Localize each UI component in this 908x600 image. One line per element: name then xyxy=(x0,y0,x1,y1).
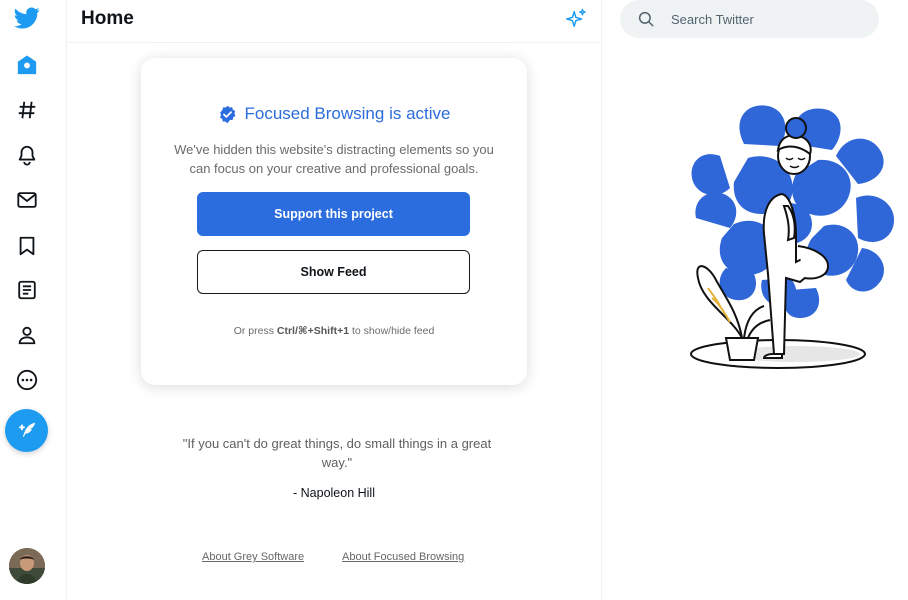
bell-icon[interactable] xyxy=(9,137,45,173)
verified-badge-icon xyxy=(219,105,235,123)
quote-author: - Napoleon Hill xyxy=(293,486,375,500)
hint-prefix: Or press xyxy=(233,325,277,337)
shortcut-hint: Or press Ctrl/⌘+Shift+1 to show/hide fee… xyxy=(141,325,527,337)
quote-text: "If you can't do great things, do small … xyxy=(182,436,492,470)
hint-keys: Ctrl/⌘+Shift+1 xyxy=(276,325,350,337)
support-project-button[interactable]: Support this project xyxy=(197,192,470,236)
main-column: Home Focused Browsing is active We've hi… xyxy=(67,0,602,600)
sidebar xyxy=(0,0,67,600)
focused-browsing-card: Focused Browsing is active We've hidden … xyxy=(141,58,527,385)
more-icon[interactable] xyxy=(9,362,45,398)
avatar[interactable] xyxy=(9,548,45,584)
about-grey-software-link[interactable]: About Grey Software xyxy=(202,551,304,563)
show-feed-button[interactable]: Show Feed xyxy=(197,250,470,294)
sparkle-icon[interactable] xyxy=(565,8,587,30)
card-title-text: Focused Browsing is active xyxy=(244,104,451,123)
meditating-woman-illustration xyxy=(690,105,894,369)
hint-suffix: to show/hide feed xyxy=(349,325,435,337)
twitter-logo-icon[interactable] xyxy=(9,0,45,36)
search-icon xyxy=(638,11,654,27)
compose-tweet-button[interactable] xyxy=(5,409,48,452)
mail-icon[interactable] xyxy=(9,182,45,218)
bookmark-icon[interactable] xyxy=(9,228,45,264)
card-title: Focused Browsing is active xyxy=(141,104,527,124)
search-input[interactable] xyxy=(669,8,859,30)
search-bar[interactable] xyxy=(620,0,879,38)
about-focused-browsing-link[interactable]: About Focused Browsing xyxy=(342,551,464,563)
lists-icon[interactable] xyxy=(9,272,45,308)
card-description: We've hidden this website's distracting … xyxy=(174,142,494,176)
hashtag-icon[interactable] xyxy=(9,92,45,128)
feather-plus-icon xyxy=(18,422,35,437)
home-icon[interactable] xyxy=(9,47,45,83)
header: Home xyxy=(67,0,601,43)
page-title: Home xyxy=(81,8,134,29)
profile-icon[interactable] xyxy=(9,317,45,353)
